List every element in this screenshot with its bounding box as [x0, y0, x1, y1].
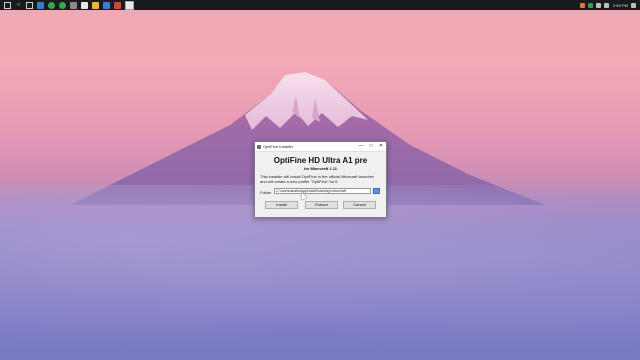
dialog-subheading: for Minecraft 1.11 — [304, 166, 337, 171]
search-icon[interactable]: ○ — [15, 2, 22, 9]
installer-taskbar-icon[interactable] — [125, 0, 134, 10]
app-icon[interactable] — [81, 1, 88, 9]
system-tray: 2:59 PM — [577, 0, 636, 10]
settings-icon[interactable] — [70, 1, 77, 9]
edge-icon[interactable] — [37, 1, 44, 9]
maximize-button[interactable]: □ — [366, 142, 376, 151]
app-icon — [257, 144, 261, 149]
mail-icon[interactable] — [103, 1, 110, 9]
desktop: ○ 2:59 PM OptiFine Installer — □ ✕ OptiF… — [0, 0, 640, 360]
installer-dialog: OptiFine Installer — □ ✕ OptiFine HD Ult… — [254, 141, 387, 218]
tray-app-icon[interactable] — [588, 2, 594, 8]
start-icon[interactable] — [4, 1, 11, 9]
chrome-icon[interactable] — [59, 1, 66, 9]
tray-app-icon[interactable] — [580, 2, 586, 8]
clock[interactable]: 2:59 PM — [613, 3, 628, 8]
spotify-icon[interactable] — [48, 1, 55, 9]
install-button[interactable]: Install — [265, 201, 298, 209]
file-explorer-icon[interactable] — [92, 1, 99, 9]
network-icon[interactable] — [596, 2, 602, 8]
browse-folder-button[interactable]: ... — [373, 188, 380, 194]
dialog-description: This installer will install OptiFine in … — [260, 174, 381, 184]
photos-icon[interactable] — [114, 1, 121, 9]
folder-label: Folder — [260, 190, 272, 195]
taskbar: ○ 2:59 PM — [0, 0, 640, 10]
cancel-button[interactable]: Cancel — [343, 201, 376, 209]
extract-button[interactable]: Extract — [305, 201, 338, 209]
task-view-icon[interactable] — [26, 1, 33, 9]
minimize-button[interactable]: — — [356, 142, 366, 151]
dialog-content: OptiFine HD Ultra A1 pre for Minecraft 1… — [255, 152, 386, 217]
dialog-titlebar[interactable]: OptiFine Installer — □ ✕ — [255, 142, 386, 152]
dialog-heading: OptiFine HD Ultra A1 pre — [273, 156, 368, 165]
close-button[interactable]: ✕ — [376, 142, 386, 151]
dialog-title: OptiFine Installer — [263, 144, 294, 149]
notification-icon[interactable] — [631, 2, 636, 8]
description-line: and will create a new profile "OptiFine"… — [260, 179, 339, 184]
folder-path-input[interactable]: C:\Users\austin\AppData\Roaming\.minecra… — [274, 188, 371, 194]
volume-icon[interactable] — [604, 2, 610, 8]
